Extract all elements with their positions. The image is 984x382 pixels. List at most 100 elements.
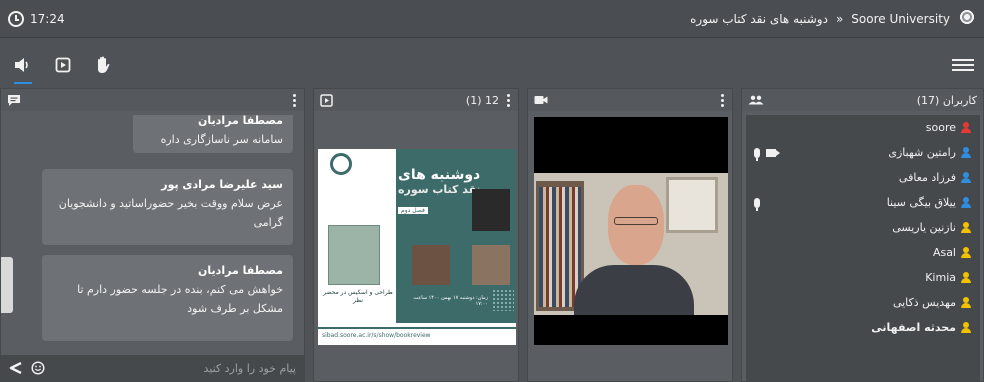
- breadcrumb-separator: »: [835, 11, 844, 26]
- user-list-item[interactable]: فرزاد معافی: [746, 165, 980, 190]
- presentation-slide: طراحی و اسکیس در محضر نظر دوشنبه های نقد…: [318, 149, 516, 345]
- clock-icon: [8, 10, 24, 27]
- message-text: سامانه سر ناسازگاری داره: [160, 133, 283, 146]
- clock-area: 17:24: [8, 10, 65, 27]
- video-panel-header: [528, 89, 732, 111]
- user-name: مهدیس ذکایی: [892, 296, 956, 309]
- wall-frame: [666, 177, 718, 233]
- users-list: soore رامتین شهبازی فرزاد معافی ییلاق بیگی …: [746, 115, 980, 381]
- users-panel: کاربران (17) soore رامتین شهبازی فرزاد معا…: [741, 88, 984, 382]
- presentation-panel: (1) 12 طراحی و اسکیس در محضر نظر دوشنبه …: [313, 88, 519, 382]
- presentation-icon: [320, 93, 333, 107]
- chat-message: سید علیرضا مرادی پور عرض سلام ووقت بخیر …: [42, 169, 293, 245]
- camera-icon: [534, 96, 548, 104]
- chat-panel-header: [1, 89, 304, 111]
- send-icon[interactable]: [9, 362, 23, 374]
- speaker-photo-1: [472, 189, 510, 231]
- session-info: دوشنبه های نقد کتاب سوره » Soore Univers…: [690, 8, 976, 29]
- poster-pattern: [492, 289, 514, 311]
- raise-hand-icon: [98, 56, 110, 73]
- user-avatar-icon: [960, 196, 972, 209]
- camera-icon: [766, 148, 780, 157]
- users-count-title: کاربران (17): [916, 93, 977, 107]
- message-sender: مصطفا مرادیان: [198, 115, 283, 127]
- user-avatar-icon: [960, 246, 972, 259]
- user-device-status: [754, 147, 804, 161]
- person-head: [608, 185, 664, 265]
- university-logo-icon: [958, 8, 976, 29]
- user-avatar-icon: [960, 321, 972, 334]
- user-name: ییلاق بیگی سینا: [886, 196, 956, 209]
- chat-panel: مصطفا مرادیان سامانه سر ناسازگاری داره س…: [0, 88, 305, 382]
- chat-message: مصطفا مرادیان سامانه سر ناسازگاری داره: [133, 115, 293, 153]
- chat-messages: مصطفا مرادیان سامانه سر ناسازگاری داره س…: [9, 115, 299, 349]
- microphone-icon: [754, 147, 760, 161]
- top-bar: 17:24 دوشنبه های نقد کتاب سوره » Soore U…: [0, 0, 984, 38]
- poster-link: sibad.soore.ac.ir/s/show/bookreview: [322, 332, 431, 339]
- menu-icon-bar: [952, 69, 974, 71]
- message-sender: مصطفا مرادیان: [198, 264, 283, 277]
- users-icon: [748, 95, 764, 105]
- poster-session-badge: فصل دوم: [398, 207, 428, 214]
- users-panel-header: کاربران (17): [742, 89, 983, 111]
- main-menu-button[interactable]: [952, 59, 974, 71]
- user-avatar-icon: [960, 271, 972, 284]
- poster-date: زمان: دوشنبه ۱۷ بهمن ۱۴۰۰ ساعت ۱۷:۰۰: [413, 295, 488, 307]
- chat-options-button[interactable]: [291, 93, 298, 107]
- person-body: [574, 265, 694, 315]
- user-device-status: [754, 197, 804, 211]
- presentation-panel-header: (1) 12: [314, 89, 518, 111]
- user-name: فرزاد معافی: [898, 171, 956, 184]
- slide-counter: (1) 12: [465, 93, 499, 107]
- audio-toggle-button[interactable]: [10, 52, 36, 84]
- message-sender: سید علیرضا مرادی پور: [161, 178, 283, 191]
- chat-icon: [8, 94, 20, 106]
- user-avatar-icon: [960, 121, 972, 134]
- user-list-item[interactable]: رامتین شهبازی: [746, 140, 980, 165]
- user-avatar-icon: [960, 296, 972, 309]
- user-list-item[interactable]: نازنین یاریسی: [746, 215, 980, 240]
- poster-main: دوشنبه های نقد کتاب سوره فصل دوم زمان: د…: [396, 149, 516, 323]
- video-options-button[interactable]: [719, 93, 726, 107]
- user-avatar-icon: [960, 221, 972, 234]
- menu-icon-bar: [952, 64, 974, 66]
- person-glasses: [614, 217, 658, 225]
- chat-message: مصطفا مرادیان خواهش می کنم، بنده در جلسه…: [42, 255, 293, 341]
- video-panel: [527, 88, 733, 382]
- poster-link-bar: sibad.soore.ac.ir/s/show/bookreview: [318, 327, 516, 345]
- user-list-item[interactable]: Kimia: [746, 265, 980, 290]
- speaker-photo-3: [472, 245, 510, 285]
- poster-book-cover: [328, 225, 380, 285]
- chat-input-bar: پیام خود را وارد کنید: [1, 355, 304, 381]
- presentation-icon: [55, 57, 71, 73]
- shelf-books: [539, 187, 581, 307]
- menu-icon-bar: [952, 59, 974, 61]
- chat-message-input[interactable]: پیام خود را وارد کنید: [53, 362, 296, 375]
- user-name: محدثه اصفهانی: [871, 321, 956, 334]
- user-list-item[interactable]: soore: [746, 115, 980, 140]
- message-text: خواهش می کنم، بنده در جلسه حضور دارم تا …: [77, 283, 283, 315]
- user-list-item[interactable]: Asal: [746, 240, 980, 265]
- presentation-options-button[interactable]: [505, 93, 512, 107]
- emoji-icon[interactable]: [31, 361, 45, 375]
- speaker-photo-2: [412, 245, 450, 285]
- user-list-item[interactable]: محدثه اصفهانی: [746, 315, 980, 340]
- speaker-icon: [15, 58, 28, 72]
- raise-hand-button[interactable]: [90, 52, 116, 78]
- user-name: Asal: [932, 246, 956, 259]
- user-list-item[interactable]: مهدیس ذکایی: [746, 290, 980, 315]
- poster-book-title: طراحی و اسکیس در محضر نظر: [323, 289, 393, 304]
- video-stream: [534, 117, 728, 345]
- user-name: رامتین شهبازی: [888, 146, 956, 159]
- poster-title-line-1: دوشنبه های: [398, 167, 481, 183]
- user-avatar-icon: [960, 146, 972, 159]
- user-list-item[interactable]: ییلاق بیگی سینا: [746, 190, 980, 215]
- user-avatar-icon: [960, 171, 972, 184]
- university-name: Soore University: [851, 11, 950, 26]
- webcam-feed: [534, 173, 728, 315]
- microphone-icon: [754, 197, 760, 211]
- user-name: نازنین یاریسی: [892, 221, 956, 234]
- session-title: دوشنبه های نقد کتاب سوره: [690, 11, 828, 26]
- presentation-toggle-button[interactable]: [50, 52, 76, 78]
- sidebar-drawer-handle[interactable]: [1, 257, 13, 313]
